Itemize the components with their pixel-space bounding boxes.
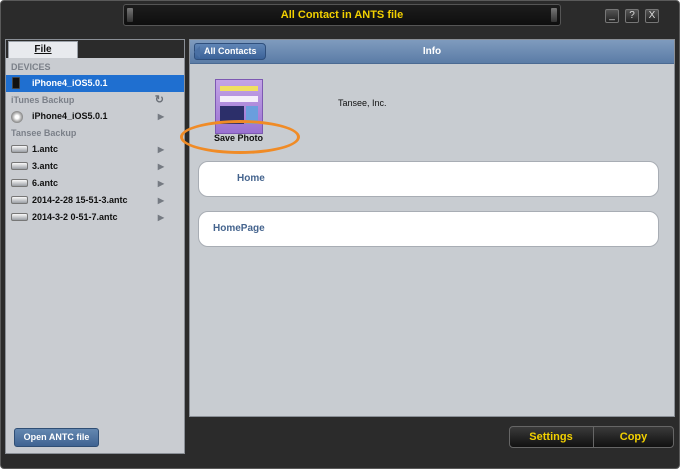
photo-decor xyxy=(220,86,258,91)
app-window: All Contact in ANTS file _ ? X File DEVI… xyxy=(0,0,680,469)
title-bar: All Contact in ANTS file _ ? X xyxy=(1,1,679,31)
section-header-tansee: Tansee Backup xyxy=(11,128,77,138)
antc-label: 3.antc xyxy=(32,161,59,171)
antc-item[interactable]: 3.antc ▶ xyxy=(6,158,184,175)
all-contacts-back-button[interactable]: All Contacts xyxy=(194,43,266,60)
device-item-iphone[interactable]: iPhone4_iOS5.0.1 xyxy=(6,75,184,92)
disk-icon xyxy=(11,196,28,204)
antc-label: 6.antc xyxy=(32,178,59,188)
homepage-field[interactable]: HomePage xyxy=(198,211,659,247)
device-label: iPhone4_iOS5.0.1 xyxy=(32,78,108,88)
window-title: All Contact in ANTS file xyxy=(280,9,404,21)
sidebar: File DEVICES iPhone4_iOS5.0.1 iTunes Bac… xyxy=(5,39,185,454)
file-tab[interactable]: File xyxy=(8,41,78,58)
settings-button[interactable]: Settings xyxy=(510,427,592,447)
disk-icon xyxy=(11,179,28,187)
title-plate: All Contact in ANTS file xyxy=(123,4,561,26)
title-cap-left xyxy=(127,8,133,22)
minimize-button[interactable]: _ xyxy=(605,9,619,23)
antc-item[interactable]: 2014-2-28 15-51-3.antc ▶ xyxy=(6,192,184,209)
field-label: HomePage xyxy=(213,223,265,234)
disk-icon xyxy=(11,162,28,170)
chevron-right-icon: ▶ xyxy=(157,162,164,171)
chevron-right-icon: ▶ xyxy=(157,213,164,222)
chevron-right-icon: ▶ xyxy=(157,112,164,121)
chevron-right-icon: ▶ xyxy=(157,179,164,188)
title-cap-right xyxy=(551,8,557,22)
iphone-icon xyxy=(12,77,20,89)
antc-label: 2014-2-28 15-51-3.antc xyxy=(32,195,128,205)
file-tab-bar: File xyxy=(6,40,184,58)
help-button[interactable]: ? xyxy=(625,9,639,23)
section-header-devices: DEVICES xyxy=(11,62,51,72)
home-field[interactable]: Home xyxy=(198,161,659,197)
action-bar: Settings Copy xyxy=(509,426,674,448)
contact-info-panel: Info All Contacts Save Photo Tansee, Inc… xyxy=(180,39,675,417)
antc-item[interactable]: 2014-3-2 0-51-7.antc ▶ xyxy=(6,209,184,226)
close-button[interactable]: X xyxy=(645,9,659,23)
refresh-icon[interactable]: ↻ xyxy=(155,92,164,108)
itunes-icon xyxy=(11,111,23,123)
photo-decor xyxy=(220,96,258,102)
disk-icon xyxy=(11,213,28,221)
chevron-right-icon: ▶ xyxy=(157,145,164,154)
itunes-backup-item[interactable]: iPhone4_iOS5.0.1 ▶ xyxy=(6,108,184,125)
nav-bar: Info All Contacts xyxy=(190,40,674,64)
antc-label: 2014-3-2 0-51-7.antc xyxy=(32,212,118,222)
field-label: Home xyxy=(237,173,265,184)
antc-item[interactable]: 6.antc ▶ xyxy=(6,175,184,192)
backup-label: iPhone4_iOS5.0.1 xyxy=(32,111,108,121)
copy-button[interactable]: Copy xyxy=(593,427,673,447)
open-antc-button[interactable]: Open ANTC file xyxy=(14,428,99,447)
antc-label: 1.antc xyxy=(32,144,59,154)
chevron-right-icon: ▶ xyxy=(157,196,164,205)
company-name: Tansee, Inc. xyxy=(338,98,387,108)
device-list: DEVICES iPhone4_iOS5.0.1 iTunes Backup ↻… xyxy=(6,59,184,226)
highlight-ellipse xyxy=(180,120,300,154)
section-header-itunes: iTunes Backup ↻ xyxy=(11,92,164,108)
disk-icon xyxy=(11,145,28,153)
antc-item[interactable]: 1.antc ▶ xyxy=(6,141,184,158)
